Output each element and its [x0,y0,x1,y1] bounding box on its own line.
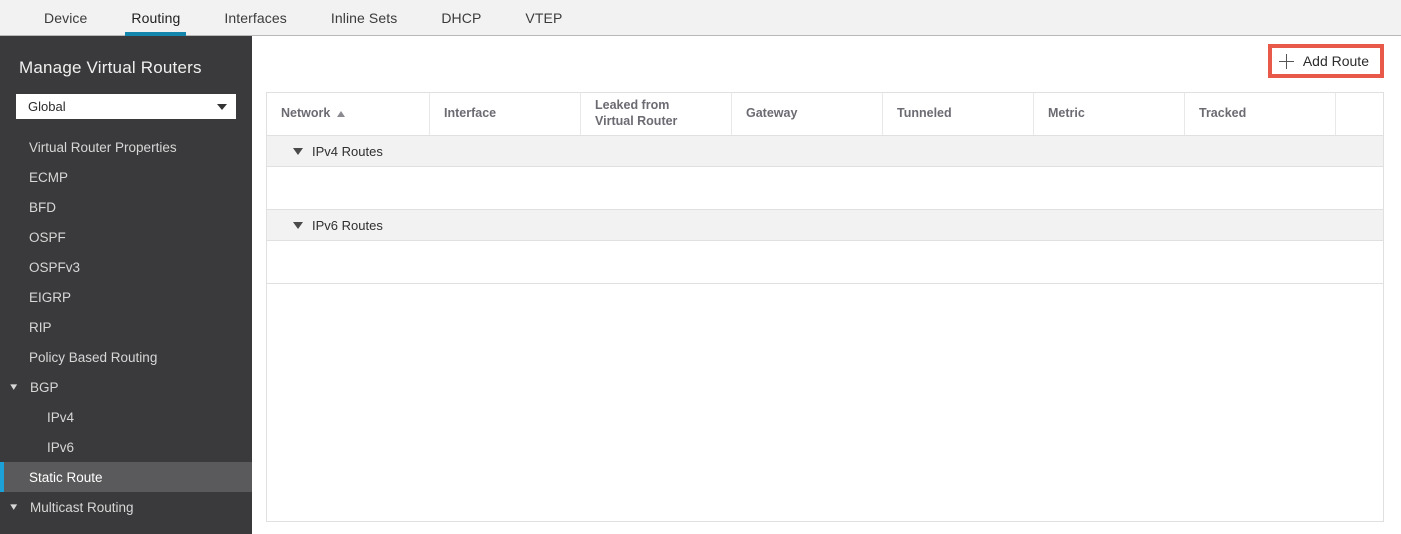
tab-device[interactable]: Device [22,0,109,35]
column-header-metric[interactable]: Metric [1034,93,1185,135]
tab-device-label: Device [44,9,88,26]
group-row-ipv6-routes[interactable]: IPv6 Routes [267,210,1383,241]
sidebar-item-label: Multicast Routing [30,499,134,515]
chevron-down-icon: ▾ [10,380,18,393]
sidebar-item-ospf[interactable]: OSPF [0,222,252,252]
main-tab-bar: Device Routing Interfaces Inline Sets DH… [0,0,1401,36]
empty-row-ipv4 [267,167,1383,210]
annotation-highlight-box: Add Route [1267,44,1384,78]
column-header-interface[interactable]: Interface [430,93,581,135]
tab-routing-label: Routing [131,9,181,26]
add-route-button-label: Add Route [1302,53,1369,69]
chevron-down-icon [217,103,227,110]
sidebar-item-label: OSPFv3 [29,259,81,275]
main-content: Add Route Network Interface Leaked from … [252,36,1401,534]
sidebar-item-label: Virtual Router Properties [29,139,177,155]
tab-routing[interactable]: Routing [109,0,202,36]
sidebar-nav: Virtual Router Properties ECMP BFD OSPF … [0,132,252,522]
sidebar-item-label: IPv4 [47,409,75,425]
table-empty-area [267,284,1383,522]
table-header-row: Network Interface Leaked from Virtual Ro… [267,93,1383,136]
add-route-button[interactable]: Add Route [1272,49,1379,73]
sidebar-item-label: EIGRP [29,289,72,305]
sidebar-item-policy-based-routing[interactable]: Policy Based Routing [0,342,252,372]
sidebar-item-ecmp[interactable]: ECMP [0,162,252,192]
column-header-label: Gateway [746,106,798,121]
sidebar-item-multicast-routing[interactable]: ▾ Multicast Routing [0,492,252,522]
sort-ascending-icon [337,111,346,117]
tab-interfaces-label: Interfaces [224,9,287,26]
column-header-label: Interface [444,106,497,121]
sidebar-item-label: ECMP [29,169,69,185]
sidebar-item-eigrp[interactable]: EIGRP [0,282,252,312]
plus-icon [1278,53,1294,69]
page-title: Manage Virtual Routers [19,58,202,77]
sidebar-item-rip[interactable]: RIP [0,312,252,342]
sidebar-item-label: OSPF [29,229,66,245]
column-header-label: Leaked from Virtual Router [595,98,678,128]
column-header-gateway[interactable]: Gateway [732,93,883,135]
sidebar-item-label: RIP [29,319,52,335]
group-row-label: IPv6 Routes [312,217,383,233]
sidebar-item-label: Policy Based Routing [29,349,158,365]
column-header-label: Network [281,106,331,121]
column-header-network[interactable]: Network [267,93,430,135]
group-row-label: IPv4 Routes [312,143,383,159]
column-header-label: Metric [1048,106,1085,121]
sidebar-item-label: IPv6 [47,439,75,455]
sidebar-item-bgp-ipv4[interactable]: IPv4 [0,402,252,432]
content-toolbar: Add Route [252,36,1401,92]
static-routes-table: Network Interface Leaked from Virtual Ro… [266,92,1384,522]
add-route-annotation-wrapper: Add Route [1267,44,1384,78]
empty-row-ipv6 [267,241,1383,284]
virtual-router-select-value: Global [28,99,66,114]
tab-inline-sets-label: Inline Sets [330,9,398,26]
column-header-actions [1336,93,1383,135]
tab-inline-sets[interactable]: Inline Sets [309,0,419,35]
tab-dhcp[interactable]: DHCP [419,0,503,35]
sidebar-item-label: BFD [29,199,56,215]
virtual-router-select[interactable]: Global [16,94,236,119]
sidebar-item-label: Static Route [29,469,103,485]
sidebar-item-virtual-router-properties[interactable]: Virtual Router Properties [0,132,252,162]
triangle-down-icon [293,147,303,155]
column-header-tracked[interactable]: Tracked [1185,93,1336,135]
column-header-label: Tracked [1199,106,1247,121]
chevron-down-icon: ▾ [10,500,18,513]
column-header-tunneled[interactable]: Tunneled [883,93,1034,135]
tab-interfaces[interactable]: Interfaces [202,0,308,35]
sidebar-item-ospfv3[interactable]: OSPFv3 [0,252,252,282]
sidebar-item-static-route[interactable]: Static Route [0,462,252,492]
sidebar-item-bfd[interactable]: BFD [0,192,252,222]
sidebar: Manage Virtual Routers Global Virtual Ro… [0,36,252,534]
triangle-down-icon [293,221,303,229]
sidebar-item-bgp[interactable]: ▾ BGP [0,372,252,402]
sidebar-item-bgp-ipv6[interactable]: IPv6 [0,432,252,462]
tab-dhcp-label: DHCP [441,9,482,26]
tab-vtep-label: VTEP [525,9,563,26]
column-header-leaked-from-virtual-router[interactable]: Leaked from Virtual Router [581,93,732,135]
sidebar-item-label: BGP [30,379,59,395]
tab-vtep[interactable]: VTEP [503,0,584,35]
group-row-ipv4-routes[interactable]: IPv4 Routes [267,136,1383,167]
column-header-label: Tunneled [897,106,952,121]
